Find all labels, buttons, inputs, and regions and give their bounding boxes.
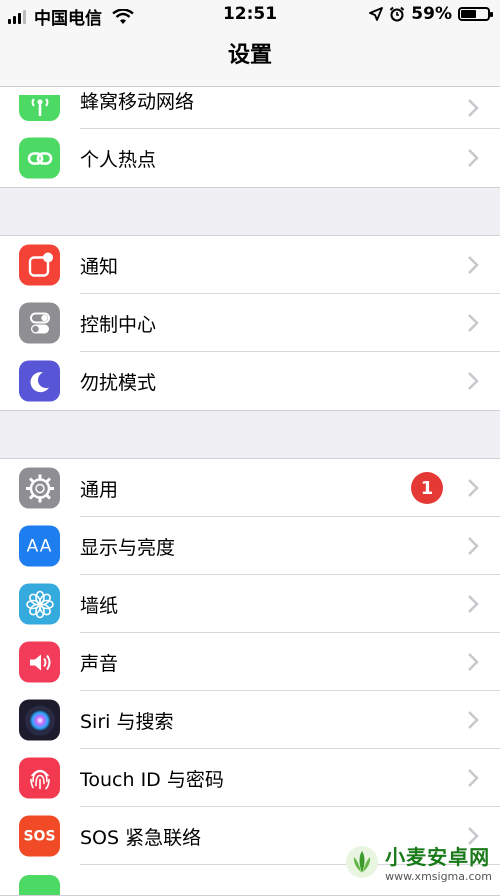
settings-row-label: 墙纸 — [80, 591, 118, 618]
gear-icon — [19, 468, 60, 509]
chevron-right-icon — [466, 97, 480, 119]
settings-row-label: SOS 紧急联络 — [80, 823, 201, 850]
settings-row-cellular[interactable]: 蜂窝移动网络 — [0, 87, 500, 129]
personal-hotspot-icon — [19, 138, 60, 179]
page-title: 设置 — [228, 43, 272, 68]
control-center-icon — [19, 303, 60, 344]
settings-list: 蜂窝移动网络 个人热点 通知 — [0, 87, 500, 896]
settings-row-display-brightness[interactable]: AA 显示与亮度 — [0, 517, 500, 575]
section-gap — [0, 188, 500, 235]
settings-row-touch-id-passcode[interactable]: Touch ID 与密码 — [0, 749, 500, 807]
settings-row-personal-hotspot[interactable]: 个人热点 — [0, 129, 500, 187]
battery-percent: 59% — [411, 4, 452, 24]
battery-settings-icon — [19, 875, 60, 895]
chevron-right-icon — [466, 767, 480, 789]
alarm-clock-icon — [389, 6, 405, 22]
chevron-right-icon — [466, 254, 480, 276]
speaker-icon — [19, 642, 60, 683]
settings-group-general: 通用 1 AA 显示与亮度 — [0, 458, 500, 896]
wallpaper-flower-icon — [19, 584, 60, 625]
settings-row-wallpaper[interactable]: 墙纸 — [0, 575, 500, 633]
display-brightness-icon-text: AA — [27, 536, 53, 556]
moon-icon — [19, 361, 60, 402]
settings-row-siri-search[interactable]: Siri 与搜索 — [0, 691, 500, 749]
siri-icon — [19, 700, 60, 741]
chevron-right-icon — [466, 651, 480, 673]
battery-icon — [458, 7, 490, 21]
settings-row-notifications[interactable]: 通知 — [0, 236, 500, 294]
chevron-right-icon — [466, 593, 480, 615]
chevron-right-icon — [466, 477, 480, 499]
display-brightness-icon: AA — [19, 526, 60, 567]
site-watermark: 小麦安卓网 www.xmsigma.com — [345, 841, 492, 883]
chevron-right-icon — [466, 147, 480, 169]
section-gap — [0, 411, 500, 458]
status-bar: 中国电信 12:51 59% — [0, 0, 500, 28]
chevron-right-icon — [466, 370, 480, 392]
settings-row-label: Siri 与搜索 — [80, 707, 173, 734]
watermark-url: www.xmsigma.com — [385, 870, 492, 883]
update-count-badge: 1 — [411, 472, 443, 504]
navigation-bar: 设置 — [0, 28, 500, 87]
settings-row-sounds[interactable]: 声音 — [0, 633, 500, 691]
sos-icon-text: SOS — [23, 828, 55, 844]
settings-row-control-center[interactable]: 控制中心 — [0, 294, 500, 352]
settings-group-network: 蜂窝移动网络 个人热点 — [0, 87, 500, 188]
watermark-logo-icon — [345, 845, 379, 879]
settings-row-label: 通用 — [80, 475, 118, 502]
sos-icon: SOS — [19, 816, 60, 857]
settings-row-label: 个人热点 — [80, 145, 156, 172]
chevron-right-icon — [466, 709, 480, 731]
settings-row-label: 通知 — [80, 252, 118, 279]
settings-row-label: 蜂窝移动网络 — [80, 87, 194, 114]
notifications-icon — [19, 245, 60, 286]
settings-row-label: 控制中心 — [80, 310, 156, 337]
watermark-title: 小麦安卓网 — [385, 841, 492, 870]
fingerprint-icon — [19, 758, 60, 799]
chevron-right-icon — [466, 535, 480, 557]
location-arrow-icon — [369, 7, 383, 21]
settings-group-notifications: 通知 控制中心 勿扰模式 — [0, 235, 500, 411]
settings-row-general[interactable]: 通用 1 — [0, 459, 500, 517]
settings-row-do-not-disturb[interactable]: 勿扰模式 — [0, 352, 500, 410]
settings-row-label: 声音 — [80, 649, 118, 676]
battery-level-fill — [461, 10, 476, 18]
status-right: 59% — [369, 4, 490, 24]
settings-row-label: Touch ID 与密码 — [80, 765, 224, 792]
settings-row-label: 显示与亮度 — [80, 533, 175, 560]
settings-row-label: 勿扰模式 — [80, 368, 156, 395]
cellular-antenna-icon — [19, 95, 60, 121]
chevron-right-icon — [466, 312, 480, 334]
